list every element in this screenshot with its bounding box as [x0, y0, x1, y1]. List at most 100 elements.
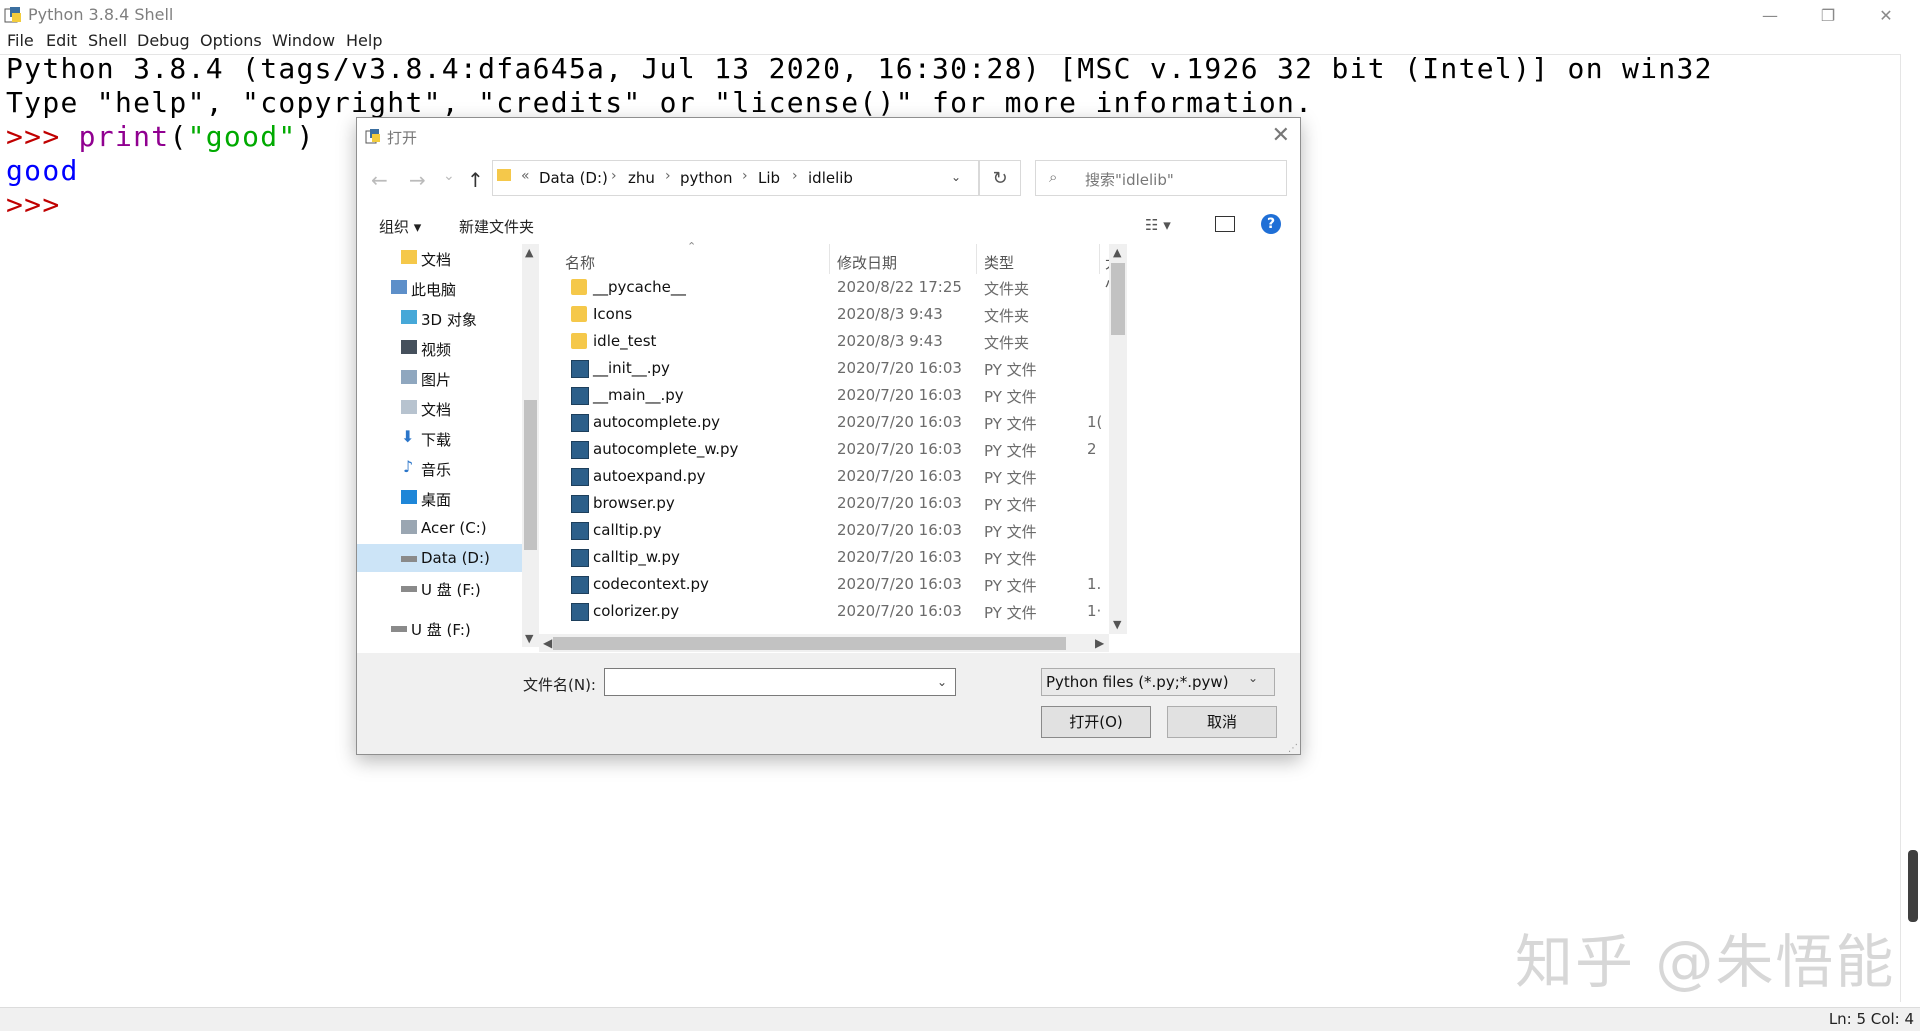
file-row[interactable]: calltip_w.py 2020/7/20 16:03 PY 文件: [539, 544, 1109, 571]
3d-objects-icon: [401, 310, 417, 324]
tree-item-3d-objects[interactable]: 3D 对象: [357, 304, 522, 332]
breadcrumb-python[interactable]: python: [680, 169, 732, 187]
file-row[interactable]: browser.py 2020/7/20 16:03 PY 文件: [539, 490, 1109, 517]
file-row[interactable]: idle_test 2020/8/3 9:43 文件夹: [539, 328, 1109, 355]
file-list-horizontal-thumb[interactable]: [553, 637, 1066, 650]
column-divider[interactable]: [1099, 244, 1100, 274]
file-row[interactable]: __pycache__ 2020/8/22 17:25 文件夹: [539, 274, 1109, 301]
tree-item-data-d[interactable]: Data (D:): [357, 544, 522, 572]
breadcrumb-zhu[interactable]: zhu: [628, 169, 655, 187]
file-row[interactable]: autoexpand.py 2020/7/20 16:03 PY 文件: [539, 463, 1109, 490]
search-placeholder: 搜索"idlelib": [1085, 171, 1174, 189]
column-name[interactable]: 名称: [565, 252, 595, 273]
new-folder-button[interactable]: 新建文件夹: [459, 216, 534, 237]
shell-scrollbar-thumb[interactable]: [1908, 850, 1918, 922]
file-type-select[interactable]: Python files (*.py;*.pyw): [1041, 668, 1275, 696]
breadcrumb-data-d[interactable]: Data (D:): [539, 169, 608, 187]
tree-item-this-pc[interactable]: 此电脑: [357, 274, 522, 302]
scroll-up-icon[interactable]: ▲: [525, 246, 533, 259]
breadcrumb-idlelib[interactable]: idlelib: [808, 169, 853, 187]
tree-item-downloads[interactable]: ⬇ 下载: [357, 424, 522, 452]
file-type: PY 文件: [984, 469, 1037, 487]
menu-file[interactable]: File: [7, 31, 34, 50]
file-type: PY 文件: [984, 361, 1037, 379]
column-type[interactable]: 类型: [984, 252, 1014, 273]
list-scroll-up-icon[interactable]: ▲: [1113, 246, 1121, 259]
close-button[interactable]: ✕: [1857, 0, 1915, 30]
refresh-icon[interactable]: ↻: [979, 160, 1021, 196]
dialog-close-button[interactable]: ✕: [1272, 123, 1290, 148]
tree-item-pictures[interactable]: 图片: [357, 364, 522, 392]
file-type: PY 文件: [984, 550, 1037, 568]
breadcrumb-lib[interactable]: Lib: [758, 169, 780, 187]
file-list[interactable]: __pycache__ 2020/8/22 17:25 文件夹 Icons 2020/8…: [539, 274, 1109, 634]
title-bar: [0, 0, 1920, 30]
file-row[interactable]: autocomplete.py 2020/7/20 16:03 PY 文件 1(: [539, 409, 1109, 436]
folder-icon: [571, 279, 587, 295]
file-row[interactable]: colorizer.py 2020/7/20 16:03 PY 文件 1·: [539, 598, 1109, 625]
python-file-icon: [571, 549, 589, 567]
file-date: 2020/7/20 16:03: [837, 386, 962, 404]
up-arrow-icon[interactable]: ↑: [467, 168, 484, 192]
tree-item-music[interactable]: ♪ 音乐: [357, 454, 522, 482]
navigation-scrollbar-thumb[interactable]: [524, 400, 537, 550]
file-name: calltip_w.py: [593, 548, 680, 566]
file-type: 文件夹: [984, 307, 1030, 325]
navigation-pane[interactable]: 文档 此电脑 3D 对象 视频 图片 文档 ⬇ 下载 ♪ 音乐 桌面 Acer …: [357, 244, 522, 647]
search-icon: ⌕: [1049, 168, 1058, 186]
scroll-down-icon[interactable]: ▼: [525, 632, 533, 645]
file-type: PY 文件: [984, 523, 1037, 541]
column-divider[interactable]: [829, 244, 830, 274]
idle-app-icon: [4, 7, 21, 23]
open-button[interactable]: 打开(O): [1041, 706, 1151, 738]
menu-help[interactable]: Help: [346, 31, 382, 50]
menu-options[interactable]: Options: [200, 31, 262, 50]
menu-window[interactable]: Window: [272, 31, 335, 50]
minimize-button[interactable]: —: [1741, 0, 1799, 30]
column-divider[interactable]: [976, 244, 977, 274]
tree-item-videos[interactable]: 视频: [357, 334, 522, 362]
tree-item-usb-f-root[interactable]: U 盘 (F:): [357, 614, 522, 642]
breadcrumb-overflow[interactable]: «: [521, 168, 530, 184]
file-row[interactable]: __init__.py 2020/7/20 16:03 PY 文件: [539, 355, 1109, 382]
filename-dropdown-icon[interactable]: ⌄: [930, 669, 954, 695]
list-scroll-down-icon[interactable]: ▼: [1113, 618, 1121, 631]
file-row[interactable]: codecontext.py 2020/7/20 16:03 PY 文件 1.: [539, 571, 1109, 598]
back-arrow-icon[interactable]: ←: [371, 168, 388, 192]
tree-item-acer-c[interactable]: Acer (C:): [357, 514, 522, 542]
file-row[interactable]: __main__.py 2020/7/20 16:03 PY 文件: [539, 382, 1109, 409]
drive-icon: [401, 556, 417, 562]
file-date: 2020/7/20 16:03: [837, 440, 962, 458]
file-row[interactable]: Icons 2020/8/3 9:43 文件夹: [539, 301, 1109, 328]
tree-item-documents[interactable]: 文档: [357, 394, 522, 422]
file-name: autoexpand.py: [593, 467, 706, 485]
menu-edit[interactable]: Edit: [46, 31, 77, 50]
column-date[interactable]: 修改日期: [837, 252, 897, 273]
forward-arrow-icon[interactable]: →: [409, 168, 426, 192]
file-row[interactable]: autocomplete_w.py 2020/7/20 16:03 PY 文件 2: [539, 436, 1109, 463]
file-size: 1·: [1087, 602, 1102, 620]
resize-grip-icon[interactable]: ⋰: [1288, 743, 1298, 754]
recent-locations-icon[interactable]: ⌄: [443, 168, 455, 184]
menu-debug[interactable]: Debug: [137, 31, 190, 50]
tree-item-desktop[interactable]: 桌面: [357, 484, 522, 512]
maximize-button[interactable]: ❐: [1799, 0, 1857, 30]
view-options-icon[interactable]: ☷ ▾: [1145, 216, 1171, 234]
file-type: PY 文件: [984, 442, 1037, 460]
python-file-icon: [571, 468, 589, 486]
menu-shell[interactable]: Shell: [88, 31, 127, 50]
address-dropdown-icon[interactable]: ⌄: [951, 170, 961, 184]
file-list-vertical-thumb[interactable]: [1111, 263, 1125, 335]
scroll-right-icon[interactable]: ▶: [1095, 636, 1104, 650]
tree-item-documents-top[interactable]: 文档: [357, 244, 522, 272]
scroll-left-icon[interactable]: ◀: [543, 636, 552, 650]
preview-pane-icon[interactable]: [1215, 216, 1235, 232]
filename-input[interactable]: [604, 668, 956, 696]
file-row[interactable]: calltip.py 2020/7/20 16:03 PY 文件: [539, 517, 1109, 544]
cancel-button[interactable]: 取消: [1167, 706, 1277, 738]
help-icon[interactable]: ?: [1261, 214, 1281, 234]
file-type-dropdown-icon[interactable]: ⌄: [1248, 671, 1258, 685]
organize-menu[interactable]: 组织 ▾: [379, 216, 421, 237]
download-icon: ⬇: [401, 427, 415, 446]
tree-item-usb-f[interactable]: U 盘 (F:): [357, 574, 522, 602]
